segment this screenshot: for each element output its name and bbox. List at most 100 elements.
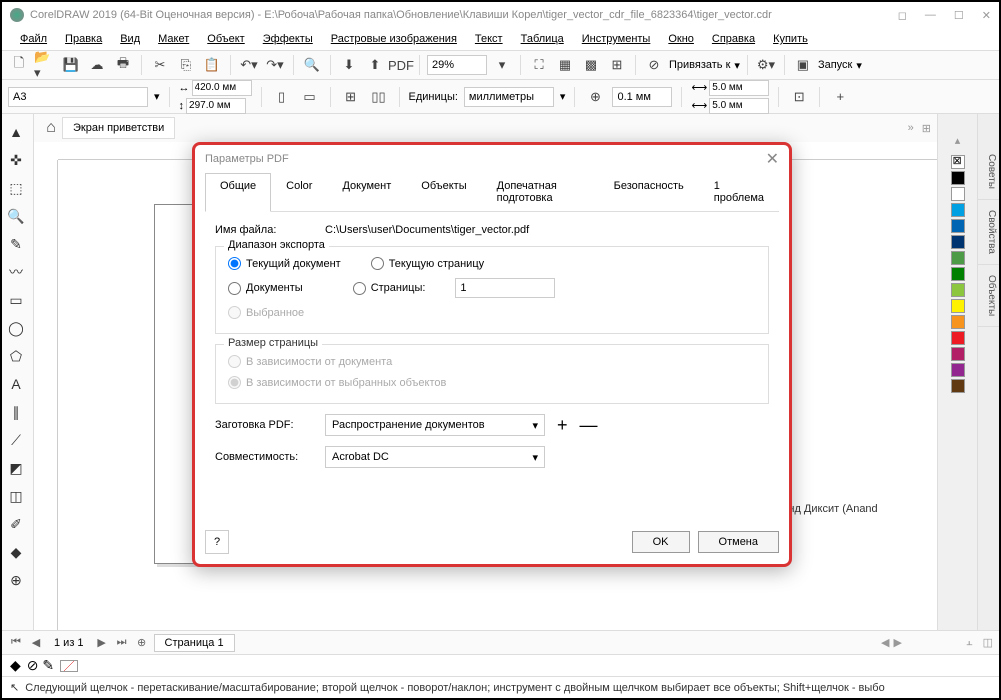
- ellipse-tool-icon[interactable]: ◯: [2, 314, 30, 342]
- shape-tool-icon[interactable]: ✜: [2, 146, 30, 174]
- tab-security[interactable]: Безопасность: [599, 173, 699, 211]
- minimize-icon[interactable]: —: [925, 9, 936, 22]
- search-icon[interactable]: 🔍: [301, 54, 323, 76]
- page-add-icon[interactable]: ⊕: [134, 636, 150, 649]
- print-icon[interactable]: 🖶: [112, 54, 134, 76]
- menu-window[interactable]: Окно: [660, 31, 702, 47]
- color-swatch[interactable]: [951, 347, 965, 361]
- page-size-dropdown-icon[interactable]: ▾: [154, 90, 160, 103]
- cut-icon[interactable]: ✂: [149, 54, 171, 76]
- copy-icon[interactable]: ⎘: [175, 54, 197, 76]
- polygon-tool-icon[interactable]: ⬠: [2, 342, 30, 370]
- preset-select[interactable]: Распространение документов▾: [325, 414, 545, 436]
- menu-edit[interactable]: Правка: [57, 31, 110, 47]
- color-swatch[interactable]: [951, 235, 965, 249]
- tab-prepress[interactable]: Допечатная подготовка: [482, 173, 599, 211]
- color-swatch[interactable]: [951, 363, 965, 377]
- outline-pen-icon[interactable]: ⊘ ✎: [27, 657, 54, 674]
- tab-color[interactable]: Color: [271, 173, 327, 211]
- add-icon[interactable]: +: [829, 86, 851, 108]
- cloud-icon[interactable]: ☁: [86, 54, 108, 76]
- hscroll-left-icon[interactable]: ◀: [881, 636, 889, 649]
- launch-dropdown[interactable]: Запуск ▾: [818, 59, 862, 72]
- ok-button[interactable]: OK: [632, 531, 690, 553]
- import-icon[interactable]: ⬇: [338, 54, 360, 76]
- color-swatch[interactable]: [951, 187, 965, 201]
- zoom-input[interactable]: [427, 55, 487, 75]
- current-page-icon[interactable]: ▯▯: [368, 86, 390, 108]
- help-button[interactable]: ?: [205, 530, 229, 554]
- options-icon[interactable]: ⚙▾: [755, 54, 777, 76]
- home-icon[interactable]: ⌂: [40, 117, 62, 139]
- freehand-tool-icon[interactable]: ✎: [2, 230, 30, 258]
- dialog-close-icon[interactable]: ✕: [766, 149, 779, 169]
- rectangle-tool-icon[interactable]: ▭: [2, 286, 30, 314]
- undo-icon[interactable]: ↶▾: [238, 54, 260, 76]
- transparency-tool-icon[interactable]: ◫: [2, 482, 30, 510]
- page-last-icon[interactable]: ⏭: [114, 636, 130, 649]
- tabs-expand-icon[interactable]: »: [908, 122, 914, 134]
- user-icon[interactable]: ◻: [898, 9, 907, 22]
- color-swatch[interactable]: [951, 251, 965, 265]
- connector-tool-icon[interactable]: ⟋: [2, 426, 30, 454]
- snap-off-icon[interactable]: ⊘: [643, 54, 665, 76]
- bleed-icon[interactable]: ⊡: [788, 86, 810, 108]
- tab-document[interactable]: Документ: [327, 173, 406, 211]
- dup-y-input[interactable]: [709, 98, 769, 114]
- menu-file[interactable]: Файл: [12, 31, 55, 47]
- pages-input[interactable]: [455, 278, 555, 298]
- eyedropper-tool-icon[interactable]: ✐: [2, 510, 30, 538]
- preset-add-icon[interactable]: +: [557, 415, 568, 436]
- page-tab[interactable]: Страница 1: [154, 634, 235, 652]
- menu-text[interactable]: Текст: [467, 31, 511, 47]
- menu-table[interactable]: Таблица: [513, 31, 572, 47]
- open-icon[interactable]: 📂▾: [34, 54, 56, 76]
- tabs-menu-icon[interactable]: ⊞: [922, 122, 931, 135]
- fullscreen-icon[interactable]: ⛶: [528, 54, 550, 76]
- page-next-icon[interactable]: ▶: [94, 636, 110, 649]
- units-dropdown-icon[interactable]: ▾: [560, 90, 566, 103]
- radio-documents[interactable]: Документы: [228, 282, 303, 295]
- dup-x-input[interactable]: [709, 80, 769, 96]
- text-tool-icon[interactable]: A: [2, 370, 30, 398]
- artistic-tool-icon[interactable]: 〰: [2, 258, 30, 286]
- page-first-icon[interactable]: ⏮: [8, 636, 24, 649]
- hscroll-right-icon[interactable]: ▶: [893, 636, 901, 649]
- color-swatch[interactable]: [951, 283, 965, 297]
- portrait-icon[interactable]: ▯: [271, 86, 293, 108]
- page-size-select[interactable]: [8, 87, 148, 107]
- color-swatch[interactable]: [951, 299, 965, 313]
- cancel-button[interactable]: Отмена: [698, 531, 779, 553]
- color-swatch[interactable]: [951, 379, 965, 393]
- color-swatch[interactable]: [951, 203, 965, 217]
- no-color-swatch[interactable]: ⊠: [951, 155, 965, 169]
- close-icon[interactable]: ✕: [982, 9, 991, 22]
- pdf-icon[interactable]: PDF: [390, 54, 412, 76]
- nudge-input[interactable]: [612, 87, 672, 107]
- all-pages-icon[interactable]: ⊞: [340, 86, 362, 108]
- radio-pages[interactable]: Страницы:: [353, 282, 426, 295]
- tab-issues[interactable]: 1 проблема: [699, 173, 779, 211]
- docker-tab-hints[interactable]: Советы: [978, 144, 999, 200]
- menu-buy[interactable]: Купить: [765, 31, 816, 47]
- maximize-icon[interactable]: ☐: [954, 9, 964, 22]
- pick-tool-icon[interactable]: ▲: [2, 118, 30, 146]
- snap-dropdown[interactable]: Привязать к ▾: [669, 59, 740, 72]
- menu-tools[interactable]: Инструменты: [574, 31, 659, 47]
- zoom-dropdown-icon[interactable]: ▾: [491, 54, 513, 76]
- crop-tool-icon[interactable]: ⬚: [2, 174, 30, 202]
- preset-remove-icon[interactable]: —: [580, 415, 598, 436]
- export-icon[interactable]: ⬆: [364, 54, 386, 76]
- menu-bitmaps[interactable]: Растровые изображения: [323, 31, 465, 47]
- menu-view[interactable]: Вид: [112, 31, 148, 47]
- color-swatch[interactable]: [951, 331, 965, 345]
- landscape-icon[interactable]: ▭: [299, 86, 321, 108]
- color-swatch[interactable]: [951, 267, 965, 281]
- color-swatch[interactable]: [951, 219, 965, 233]
- menu-layout[interactable]: Макет: [150, 31, 197, 47]
- tab-general[interactable]: Общие: [205, 173, 271, 212]
- paste-icon[interactable]: 📋: [201, 54, 223, 76]
- launch-icon[interactable]: ▣: [792, 54, 814, 76]
- color-swatch[interactable]: [951, 315, 965, 329]
- palette-up-icon[interactable]: ▴: [955, 134, 961, 147]
